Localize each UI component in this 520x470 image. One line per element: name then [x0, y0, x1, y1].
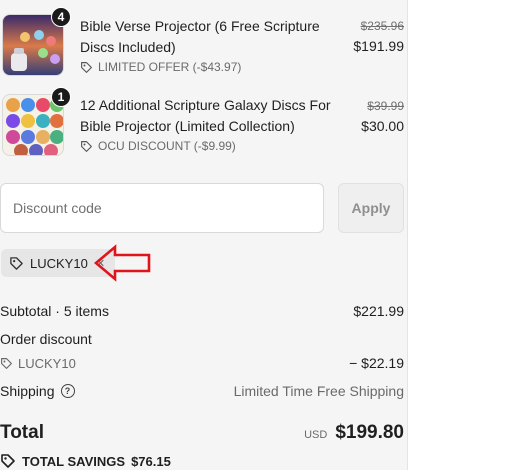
tag-icon	[81, 61, 92, 73]
tag-icon	[81, 140, 92, 152]
currency-code: USD	[304, 429, 328, 441]
tag-icon	[10, 256, 23, 270]
subtotal-label: Subtotal · 5 items	[0, 303, 109, 319]
current-price: $191.99	[353, 38, 404, 54]
shipping-row: Shipping ? Limited Time Free Shipping	[0, 383, 404, 399]
subtotal-row: Subtotal · 5 items $221.99	[0, 303, 404, 319]
help-icon[interactable]: ?	[60, 384, 75, 398]
order-discount-code: LUCKY10	[0, 356, 76, 371]
item-discount-tag: OCU DISCOUNT (-$9.99)	[80, 139, 236, 153]
quantity-badge: 1	[51, 87, 71, 107]
tag-icon	[1, 454, 15, 468]
subtotal-value: $221.99	[353, 303, 404, 319]
product-title: Bible Verse Projector (6 Free Scripture …	[80, 18, 320, 55]
shipping-label-group: Shipping ?	[0, 383, 75, 399]
total-savings-value: $76.15	[131, 453, 171, 469]
tag-icon	[1, 357, 12, 369]
current-price: $30.00	[361, 118, 404, 134]
order-discount-value: − $22.19	[349, 355, 404, 371]
shipping-value: Limited Time Free Shipping	[233, 383, 404, 399]
order-discount-code-row: LUCKY10 − $22.19	[0, 355, 404, 371]
product-thumbnail: 1	[2, 87, 71, 156]
product-thumbnail: 4	[2, 7, 71, 76]
total-savings-label: TOTAL SAVINGS	[22, 453, 126, 469]
item-discount-label: OCU DISCOUNT (-$9.99)	[98, 139, 236, 153]
shipping-label: Shipping	[0, 383, 55, 399]
item-discount-label: LIMITED OFFER (-$43.97)	[98, 60, 242, 74]
original-price: $235.96	[360, 19, 404, 33]
order-summary-panel: 4 Bible Verse Projector (6 Free Scriptur…	[0, 0, 408, 470]
total-savings: TOTAL SAVINGS $76.15	[0, 453, 171, 469]
order-discount-label: Order discount	[0, 331, 92, 347]
apply-button[interactable]: Apply	[338, 183, 404, 233]
quantity-badge: 4	[51, 7, 71, 27]
order-discount-row: Order discount	[0, 331, 404, 347]
total-value: $199.80	[335, 422, 404, 443]
total-label: Total	[0, 422, 44, 443]
annotation-arrow-icon	[93, 244, 151, 282]
applied-discount-code: LUCKY10	[30, 255, 88, 271]
total-row: Total USD $199.80	[0, 422, 404, 444]
order-discount-code-label: LUCKY10	[18, 355, 76, 371]
total-value-group: USD $199.80	[304, 422, 404, 444]
item-discount-tag: LIMITED OFFER (-$43.97)	[80, 60, 241, 74]
product-title: 12 Additional Scripture Galaxy Discs For…	[80, 97, 331, 134]
discount-code-input[interactable]	[0, 183, 324, 233]
original-price: $39.99	[367, 99, 404, 113]
